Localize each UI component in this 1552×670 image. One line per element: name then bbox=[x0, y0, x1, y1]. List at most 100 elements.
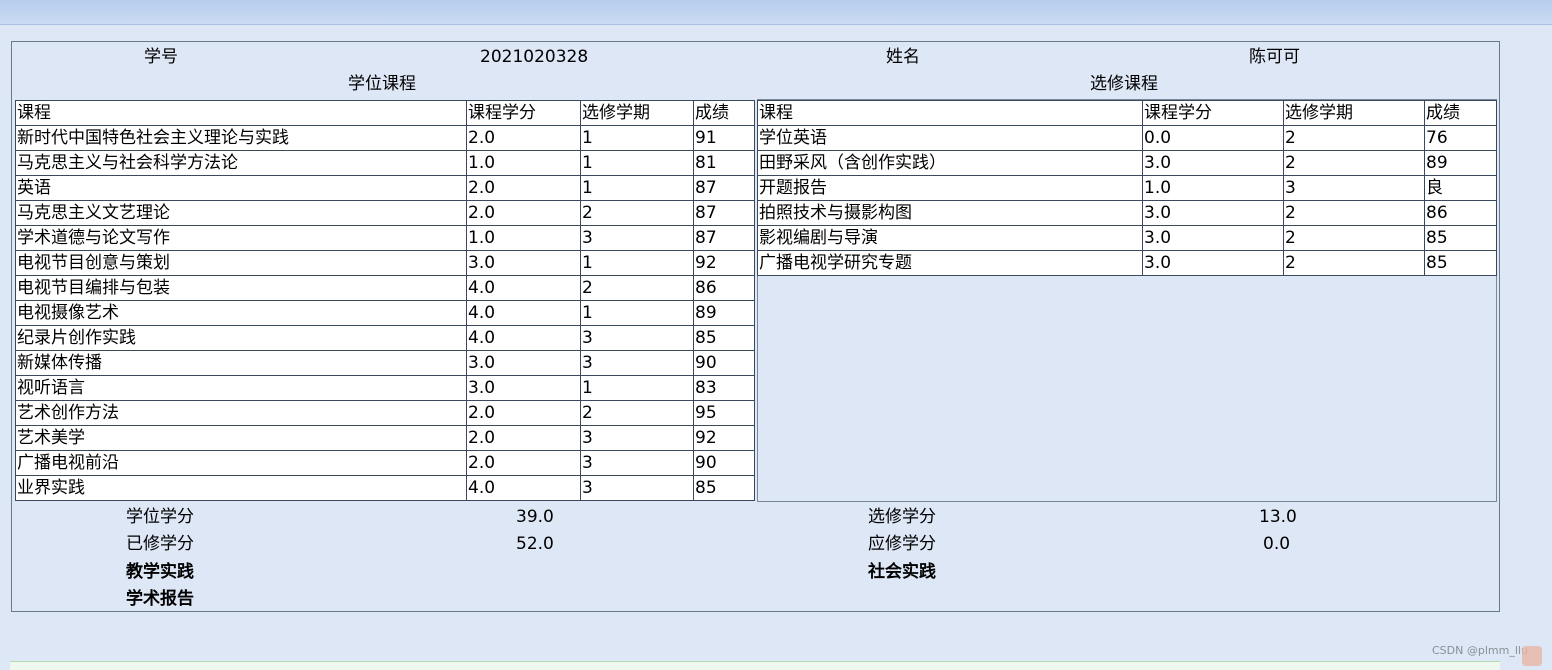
degree-course-column-header: 课程学分 bbox=[466, 100, 581, 126]
elective-course-cell: 开题报告 bbox=[757, 175, 1143, 201]
elective-course-cell: 2 bbox=[1283, 150, 1425, 176]
degree-course-cell: 新媒体传播 bbox=[15, 350, 467, 376]
elective-course-cell: 3 bbox=[1283, 175, 1425, 201]
elective-course-cell: 3.0 bbox=[1142, 150, 1284, 176]
degree-course-cell: 1 bbox=[580, 150, 694, 176]
elective-course-row: 学位英语 0.0 2 76 bbox=[757, 125, 1497, 151]
degree-course-cell: 2.0 bbox=[466, 125, 581, 151]
elective-course-cell: 86 bbox=[1424, 200, 1497, 226]
degree-course-cell: 电视节目编排与包装 bbox=[15, 275, 467, 301]
degree-course-cell: 2 bbox=[580, 200, 694, 226]
required-credits-value: 0.0 bbox=[1263, 534, 1291, 554]
degree-course-cell: 2.0 bbox=[466, 175, 581, 201]
degree-course-cell: 1.0 bbox=[466, 225, 581, 251]
elective-course-column-header: 课程 bbox=[757, 100, 1143, 126]
degree-course-cell: 85 bbox=[693, 325, 755, 351]
degree-course-row: 艺术创作方法 2.0 2 95 bbox=[15, 400, 755, 426]
degree-course-cell: 92 bbox=[693, 250, 755, 276]
degree-course-cell: 3.0 bbox=[466, 375, 581, 401]
degree-course-cell: 90 bbox=[693, 450, 755, 476]
degree-course-cell: 1 bbox=[580, 250, 694, 276]
degree-course-cell: 86 bbox=[693, 275, 755, 301]
earned-credits-value: 52.0 bbox=[516, 534, 554, 554]
degree-course-cell: 3 bbox=[580, 225, 694, 251]
academic-report-label: 学术报告 bbox=[126, 589, 194, 609]
degree-course-cell: 4.0 bbox=[466, 300, 581, 326]
elective-course-cell: 2 bbox=[1283, 250, 1425, 276]
degree-course-row: 电视节目编排与包装 4.0 2 86 bbox=[15, 275, 755, 301]
app-corner-icon bbox=[1522, 646, 1542, 666]
social-practice-label: 社会实践 bbox=[868, 562, 936, 582]
degree-course-cell: 91 bbox=[693, 125, 755, 151]
degree-course-cell: 2.0 bbox=[466, 400, 581, 426]
degree-course-cell: 2.0 bbox=[466, 200, 581, 226]
degree-course-cell: 1 bbox=[580, 375, 694, 401]
elective-course-header-row: 课程 课程学分 选修学期 成绩 bbox=[757, 100, 1497, 126]
elective-course-column-header: 课程学分 bbox=[1142, 100, 1284, 126]
degree-course-row: 新媒体传播 3.0 3 90 bbox=[15, 350, 755, 376]
degree-course-cell: 92 bbox=[693, 425, 755, 451]
watermark-text: CSDN @plmm_llu bbox=[1432, 644, 1528, 657]
degree-course-cell: 艺术创作方法 bbox=[15, 400, 467, 426]
elective-courses-title: 选修课程 bbox=[1090, 74, 1158, 94]
elective-course-cell: 学位英语 bbox=[757, 125, 1143, 151]
degree-course-cell: 87 bbox=[693, 175, 755, 201]
window-top-bar bbox=[0, 0, 1552, 25]
elective-credits-label: 选修学分 bbox=[868, 507, 936, 527]
degree-course-cell: 90 bbox=[693, 350, 755, 376]
degree-course-column-header: 课程 bbox=[15, 100, 467, 126]
degree-course-cell: 87 bbox=[693, 225, 755, 251]
degree-course-row: 艺术美学 2.0 3 92 bbox=[15, 425, 755, 451]
degree-course-cell: 艺术美学 bbox=[15, 425, 467, 451]
degree-course-cell: 3 bbox=[580, 325, 694, 351]
degree-course-cell: 1 bbox=[580, 175, 694, 201]
degree-course-cell: 4.0 bbox=[466, 275, 581, 301]
degree-course-cell: 2.0 bbox=[466, 450, 581, 476]
elective-course-cell: 3.0 bbox=[1142, 225, 1284, 251]
required-credits-label: 应修学分 bbox=[868, 534, 936, 554]
degree-course-row: 英语 2.0 1 87 bbox=[15, 175, 755, 201]
degree-course-cell: 3.0 bbox=[466, 350, 581, 376]
degree-credits-label: 学位学分 bbox=[126, 507, 194, 527]
degree-course-cell: 学术道德与论文写作 bbox=[15, 225, 467, 251]
degree-course-cell: 83 bbox=[693, 375, 755, 401]
degree-course-cell: 4.0 bbox=[466, 325, 581, 351]
elective-course-cell: 3.0 bbox=[1142, 250, 1284, 276]
earned-credits-label: 已修学分 bbox=[126, 534, 194, 554]
degree-course-row: 纪录片创作实践 4.0 3 85 bbox=[15, 325, 755, 351]
elective-course-cell: 2 bbox=[1283, 225, 1425, 251]
elective-course-cell: 2 bbox=[1283, 125, 1425, 151]
elective-course-row: 广播电视学研究专题 3.0 2 85 bbox=[757, 250, 1497, 276]
degree-course-row: 马克思主义文艺理论 2.0 2 87 bbox=[15, 200, 755, 226]
degree-course-cell: 3 bbox=[580, 425, 694, 451]
student-id-label: 学号 bbox=[144, 47, 178, 67]
degree-course-row: 广播电视前沿 2.0 3 90 bbox=[15, 450, 755, 476]
degree-course-cell: 业界实践 bbox=[15, 475, 467, 501]
elective-credits-value: 13.0 bbox=[1259, 507, 1297, 527]
elective-course-cell: 良 bbox=[1424, 175, 1497, 201]
elective-course-cell: 89 bbox=[1424, 150, 1497, 176]
degree-course-cell: 81 bbox=[693, 150, 755, 176]
degree-course-cell: 1 bbox=[580, 300, 694, 326]
degree-course-cell: 89 bbox=[693, 300, 755, 326]
degree-course-cell: 电视摄像艺术 bbox=[15, 300, 467, 326]
degree-course-column-header: 选修学期 bbox=[580, 100, 694, 126]
degree-course-cell: 马克思主义与社会科学方法论 bbox=[15, 150, 467, 176]
degree-course-row: 学术道德与论文写作 1.0 3 87 bbox=[15, 225, 755, 251]
degree-course-row: 电视节目创意与策划 3.0 1 92 bbox=[15, 250, 755, 276]
degree-course-cell: 纪录片创作实践 bbox=[15, 325, 467, 351]
degree-course-cell: 广播电视前沿 bbox=[15, 450, 467, 476]
elective-course-cell: 85 bbox=[1424, 225, 1497, 251]
degree-course-row: 业界实践 4.0 3 85 bbox=[15, 475, 755, 501]
degree-course-cell: 87 bbox=[693, 200, 755, 226]
degree-course-cell: 1.0 bbox=[466, 150, 581, 176]
degree-course-column-header: 成绩 bbox=[693, 100, 755, 126]
elective-course-column-header: 成绩 bbox=[1424, 100, 1497, 126]
degree-course-cell: 电视节目创意与策划 bbox=[15, 250, 467, 276]
degree-course-cell: 4.0 bbox=[466, 475, 581, 501]
elective-course-cell: 拍照技术与摄影构图 bbox=[757, 200, 1143, 226]
elective-course-row: 开题报告 1.0 3 良 bbox=[757, 175, 1497, 201]
name-value: 陈可可 bbox=[1249, 47, 1300, 67]
degree-courses-title: 学位课程 bbox=[348, 74, 416, 94]
elective-course-cell: 田野采风（含创作实践） bbox=[757, 150, 1143, 176]
